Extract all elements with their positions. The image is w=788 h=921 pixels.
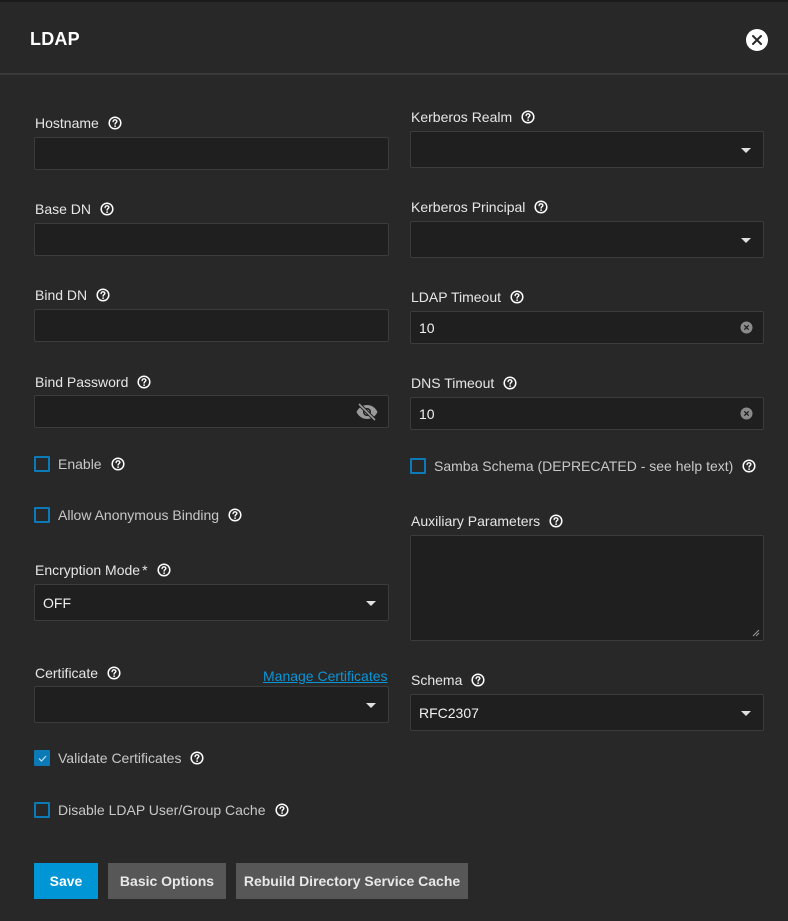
bind-password-label: Bind Password <box>35 374 151 390</box>
encryption-mode-value: OFF <box>43 595 71 611</box>
bind-password-input[interactable] <box>34 395 389 428</box>
auxiliary-parameters-label-text: Auxiliary Parameters <box>411 513 541 529</box>
disable-cache-checkbox-row[interactable]: Disable LDAP User/Group Cache <box>34 802 289 818</box>
schema-label-text: Schema <box>411 672 463 688</box>
dns-timeout-label-text: DNS Timeout <box>411 375 495 391</box>
kerberos-realm-label: Kerberos Realm <box>411 109 535 125</box>
help-icon[interactable] <box>534 200 548 214</box>
encryption-mode-select[interactable]: OFF <box>34 584 389 621</box>
samba-schema-checkbox[interactable] <box>410 458 426 474</box>
ldap-timeout-input[interactable]: 10 <box>410 311 764 344</box>
help-icon[interactable] <box>107 666 121 680</box>
help-icon[interactable] <box>742 459 756 473</box>
schema-select[interactable]: RFC2307 <box>410 694 764 731</box>
dropdown-arrow-icon <box>741 711 751 716</box>
bind-dn-label: Bind DN <box>35 287 110 303</box>
auxiliary-parameters-textarea[interactable] <box>410 535 764 641</box>
auxiliary-parameters-label: Auxiliary Parameters <box>411 513 563 529</box>
required-mark: * <box>142 562 148 578</box>
hostname-label: Hostname <box>35 115 122 131</box>
clear-icon[interactable] <box>740 407 753 420</box>
certificate-select[interactable] <box>34 686 389 723</box>
base-dn-label: Base DN <box>35 201 114 217</box>
header-divider <box>0 73 788 75</box>
encryption-mode-label: Encryption Mode * <box>35 562 171 578</box>
allow-anonymous-checkbox-row[interactable]: Allow Anonymous Binding <box>34 507 242 523</box>
ldap-timeout-label-text: LDAP Timeout <box>411 289 502 305</box>
dns-timeout-label: DNS Timeout <box>411 375 517 391</box>
ldap-timeout-value: 10 <box>419 320 435 336</box>
hostname-input[interactable] <box>34 137 389 170</box>
close-icon <box>752 35 762 45</box>
samba-schema-checkbox-row[interactable]: Samba Schema (DEPRECATED - see help text… <box>410 458 756 474</box>
kerberos-principal-select[interactable] <box>410 221 764 258</box>
eye-off-icon[interactable] <box>355 402 379 422</box>
clear-icon[interactable] <box>740 321 753 334</box>
dropdown-arrow-icon <box>741 148 751 153</box>
help-icon[interactable] <box>100 202 114 216</box>
help-icon[interactable] <box>549 514 563 528</box>
help-icon[interactable] <box>471 673 485 687</box>
check-icon <box>38 755 47 762</box>
manage-certificates-link[interactable]: Manage Certificates <box>263 668 388 684</box>
dropdown-arrow-icon <box>366 703 376 708</box>
bind-dn-label-text: Bind DN <box>35 287 88 303</box>
ldap-timeout-label: LDAP Timeout <box>411 289 524 305</box>
disable-cache-label: Disable LDAP User/Group Cache <box>58 802 266 818</box>
kerberos-principal-label: Kerberos Principal <box>411 199 548 215</box>
help-icon[interactable] <box>503 376 517 390</box>
rebuild-cache-button[interactable]: Rebuild Directory Service Cache <box>236 863 468 899</box>
hostname-label-text: Hostname <box>35 115 99 131</box>
disable-cache-checkbox[interactable] <box>34 802 50 818</box>
help-icon[interactable] <box>521 110 535 124</box>
help-icon[interactable] <box>190 751 204 765</box>
help-icon[interactable] <box>275 803 289 817</box>
help-icon[interactable] <box>137 375 151 389</box>
schema-label: Schema <box>411 672 485 688</box>
basic-options-button[interactable]: Basic Options <box>108 863 226 899</box>
validate-certificates-checkbox-row[interactable]: Validate Certificates <box>34 750 204 766</box>
samba-schema-label: Samba Schema (DEPRECATED - see help text… <box>434 458 734 474</box>
base-dn-label-text: Base DN <box>35 201 92 217</box>
certificate-label: Certificate <box>35 665 121 681</box>
kerberos-principal-label-text: Kerberos Principal <box>411 199 526 215</box>
dns-timeout-value: 10 <box>419 406 435 422</box>
kerberos-realm-label-text: Kerberos Realm <box>411 109 513 125</box>
resize-handle-icon[interactable] <box>752 629 760 637</box>
dns-timeout-input[interactable]: 10 <box>410 397 764 430</box>
save-button[interactable]: Save <box>34 863 98 899</box>
validate-certificates-checkbox[interactable] <box>34 750 50 766</box>
help-icon[interactable] <box>108 116 122 130</box>
enable-checkbox-row[interactable]: Enable <box>34 456 125 472</box>
kerberos-realm-select[interactable] <box>410 131 764 168</box>
allow-anonymous-label: Allow Anonymous Binding <box>58 507 220 523</box>
close-button[interactable] <box>746 29 768 51</box>
allow-anonymous-checkbox[interactable] <box>34 507 50 523</box>
certificate-label-text: Certificate <box>35 665 99 681</box>
help-icon[interactable] <box>157 563 171 577</box>
dialog-header: LDAP <box>0 2 788 73</box>
dialog-title: LDAP <box>30 29 80 49</box>
enable-label: Enable <box>58 456 102 472</box>
help-icon[interactable] <box>228 508 242 522</box>
help-icon[interactable] <box>111 457 125 471</box>
encryption-mode-label-text: Encryption Mode <box>35 562 141 578</box>
help-icon[interactable] <box>96 288 110 302</box>
validate-certificates-label: Validate Certificates <box>58 750 182 766</box>
bind-password-label-text: Bind Password <box>35 374 129 390</box>
dropdown-arrow-icon <box>366 601 376 606</box>
base-dn-input[interactable] <box>34 223 389 256</box>
help-icon[interactable] <box>510 290 524 304</box>
enable-checkbox[interactable] <box>34 456 50 472</box>
dropdown-arrow-icon <box>741 238 751 243</box>
bind-dn-input[interactable] <box>34 309 389 342</box>
schema-value: RFC2307 <box>419 705 479 721</box>
